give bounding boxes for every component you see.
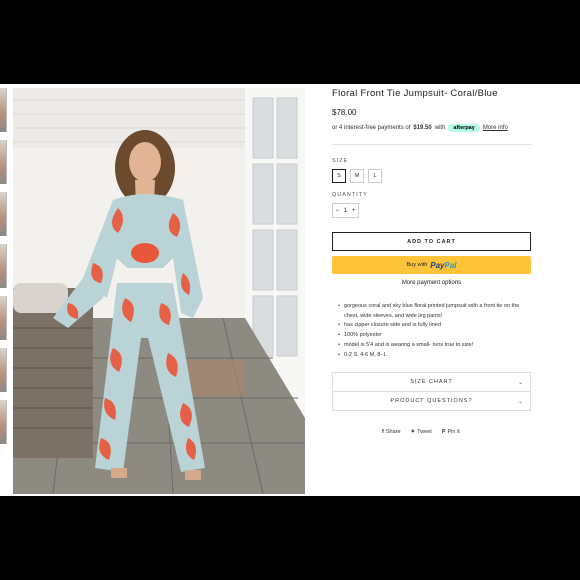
twitter-icon: ✦ (410, 429, 416, 436)
afterpay-logo: afterpay (448, 124, 480, 132)
quantity-stepper: − 1 + (332, 203, 359, 218)
share-twitter-label: Tweet (417, 429, 432, 436)
product-info: Floral Front Tie Jumpsuit- Coral/Blue $7… (332, 84, 532, 435)
share-facebook-label: Share (385, 429, 401, 436)
thumbnail[interactable] (0, 296, 7, 340)
more-payment-options-link[interactable]: More payment options (332, 280, 531, 286)
thumbnail[interactable] (0, 348, 7, 392)
size-chart-label: SIZE CHART (410, 379, 453, 386)
product-price: $78.00 (332, 108, 357, 117)
thumbnail[interactable] (0, 244, 7, 288)
afterpay-more-info-link[interactable]: More info (483, 125, 508, 131)
size-option-m[interactable]: M (350, 169, 364, 183)
paypal-logo-pal: Pal (444, 260, 457, 270)
thumbnail-strip (0, 88, 8, 452)
quantity-value[interactable]: 1 (344, 208, 347, 214)
list-item: 0-2 S, 4-6 M, 8- L (338, 351, 528, 361)
list-item: has zipper closure side and is fully lin… (338, 321, 528, 331)
paypal-logo: PayPal (430, 261, 456, 270)
thumbnail[interactable] (0, 400, 7, 444)
list-item: 100% polyester (338, 331, 528, 341)
accordion: SIZE CHART ⌄ PRODUCT QUESTIONS? ⌄ (332, 372, 531, 412)
afterpay-line: or 4 interest-free payments of $19.50 wi… (332, 124, 532, 132)
size-option-s[interactable]: S (332, 169, 346, 183)
paypal-logo-pay: Pay (430, 260, 445, 270)
paypal-button[interactable]: Buy with PayPal (332, 256, 531, 274)
thumbnail[interactable] (0, 140, 7, 184)
quantity-label: QUANTITY (332, 192, 368, 198)
afterpay-amount: $19.50 (413, 125, 432, 131)
paypal-buy-with: Buy with (406, 262, 428, 268)
share-facebook-link[interactable]: f Share (382, 429, 401, 435)
list-item: model is 5'4 and is wearing a small- run… (338, 341, 528, 351)
size-chart-toggle[interactable]: SIZE CHART ⌄ (332, 373, 531, 393)
share-bar: f Share ✦ Tweet P Pin it (332, 429, 532, 435)
chevron-down-icon: ⌄ (517, 379, 524, 386)
product-questions-toggle[interactable]: PRODUCT QUESTIONS? ⌄ (332, 392, 531, 412)
divider (332, 144, 532, 145)
chevron-down-icon: ⌄ (517, 398, 524, 405)
afterpay-with: with (434, 125, 446, 131)
share-twitter-link[interactable]: ✦ Tweet (411, 429, 432, 435)
product-photo[interactable] (13, 88, 305, 494)
size-label: SIZE (332, 158, 349, 164)
page-frame: Floral Front Tie Jumpsuit- Coral/Blue $7… (0, 84, 580, 496)
quantity-decrement-button[interactable]: − (335, 208, 339, 214)
size-option-l[interactable]: L (368, 169, 382, 183)
share-pinterest-label: Pin it (447, 429, 460, 436)
facebook-icon: f (382, 429, 384, 436)
size-selector: S M L (332, 169, 532, 183)
afterpay-prefix: or 4 interest-free payments of (332, 125, 411, 131)
add-to-cart-button[interactable]: ADD TO CART (332, 232, 531, 251)
pinterest-icon: P (441, 429, 446, 436)
share-pinterest-link[interactable]: P Pin it (442, 429, 460, 435)
list-item: gorgeous coral and sky blue floral print… (338, 302, 528, 321)
thumbnail[interactable] (0, 192, 7, 236)
quantity-increment-button[interactable]: + (352, 208, 356, 214)
thumbnail[interactable] (0, 88, 7, 132)
product-questions-label: PRODUCT QUESTIONS? (390, 398, 473, 405)
product-title: Floral Front Tie Jumpsuit- Coral/Blue (332, 88, 498, 99)
description-list: gorgeous coral and sky blue floral print… (332, 302, 528, 360)
